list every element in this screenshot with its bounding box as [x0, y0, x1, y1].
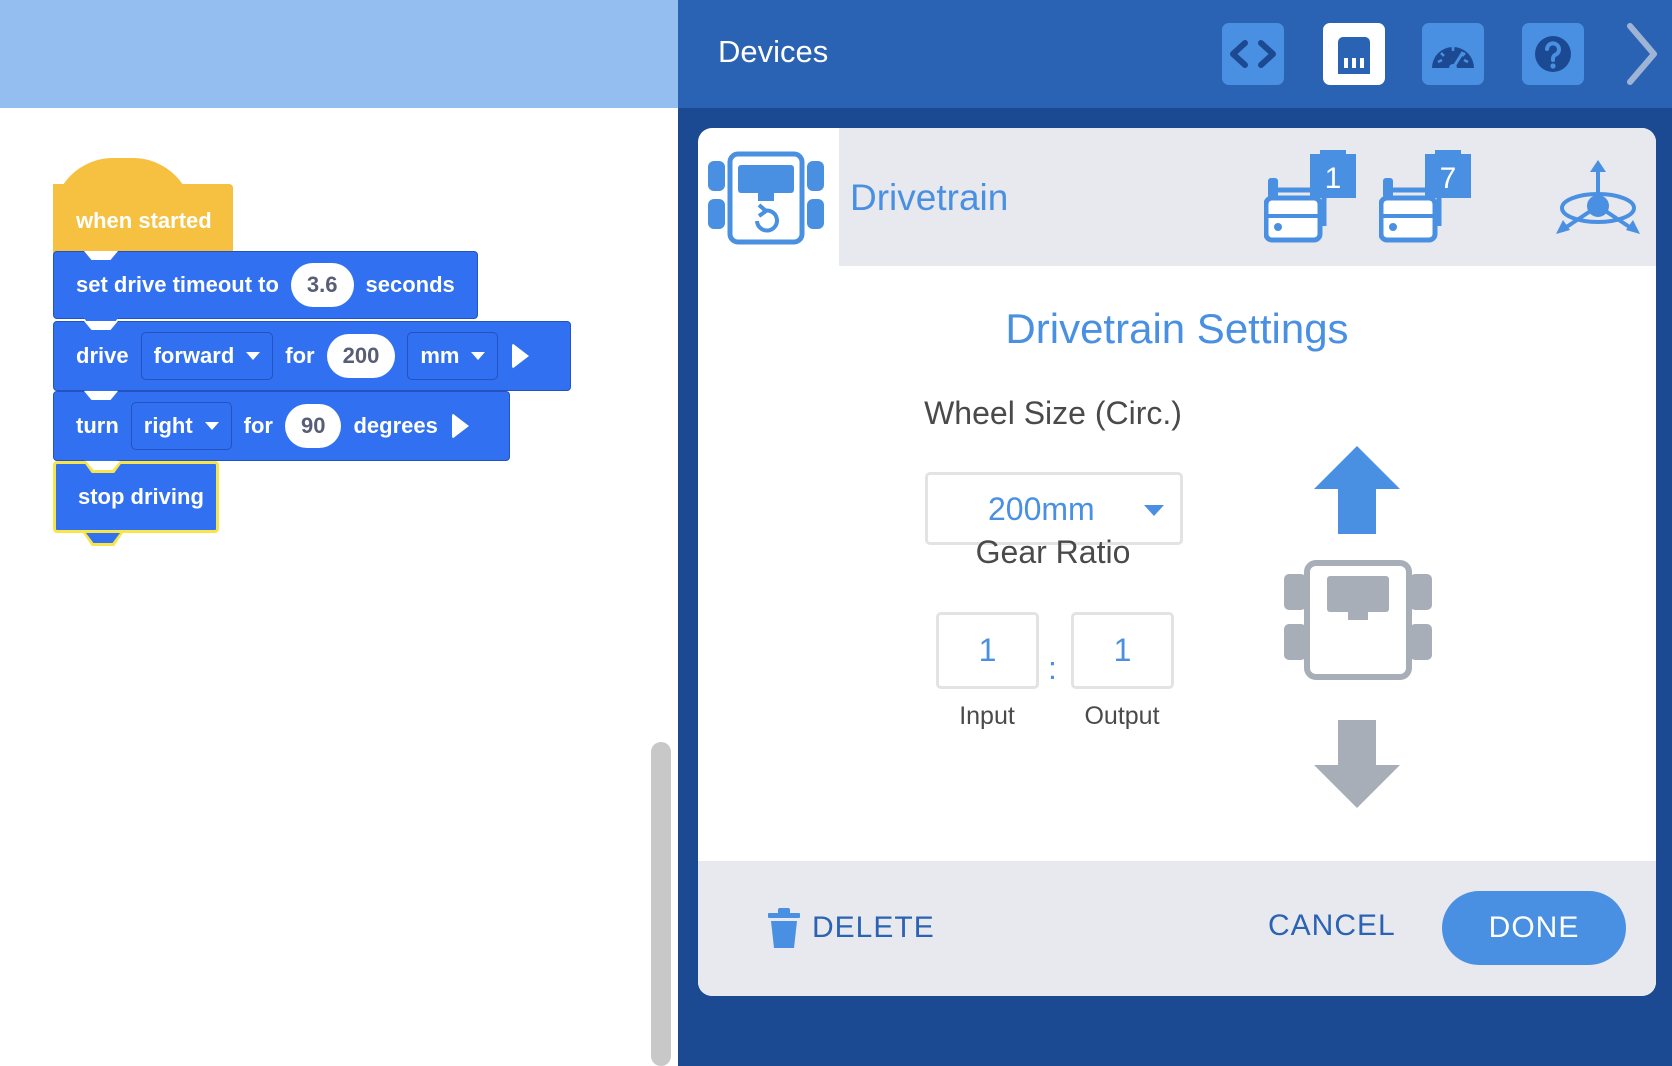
when-started-label: when started — [76, 208, 212, 233]
port-number: 7 — [1440, 162, 1457, 195]
code-view-icon — [1230, 40, 1276, 68]
port-number: 1 — [1325, 162, 1342, 195]
devices-header: Devices — [678, 0, 1672, 108]
drive-unit-dropdown[interactable]: mm — [407, 332, 499, 380]
drive-unit-value: mm — [420, 343, 460, 368]
run-block-icon[interactable] — [512, 343, 530, 369]
set-timeout-label: set drive timeout to — [76, 272, 279, 297]
wheel-size-value: 200mm — [988, 491, 1095, 527]
stop-driving-block[interactable]: stop driving — [53, 461, 219, 546]
device-name: Drivetrain — [850, 177, 1009, 218]
drive-block[interactable]: drive forward for 200 mm — [53, 321, 571, 400]
stop-driving-label: stop driving — [78, 484, 204, 509]
drive-distance-input[interactable]: 200 — [326, 334, 396, 378]
gear-ratio-separator: : — [1048, 650, 1057, 686]
turn-angle-input[interactable]: 90 — [284, 404, 342, 448]
turn-unit-label: degrees — [353, 413, 438, 438]
drive-direction-value: forward — [153, 343, 235, 368]
dashboard-icon — [1432, 47, 1474, 72]
delete-button[interactable]: DELETE — [766, 901, 935, 955]
arrow-down-icon[interactable] — [1312, 718, 1402, 810]
wheel-size-label: Wheel Size (Circ.) — [924, 395, 1182, 431]
caret-down-icon — [246, 352, 261, 360]
card-footer: DELETE CANCEL DONE — [698, 861, 1656, 996]
turn-direction-value: right — [143, 413, 193, 438]
run-block-icon[interactable] — [451, 413, 469, 439]
workspace-scrollbar[interactable] — [651, 742, 671, 1066]
timeout-unit-label: seconds — [365, 272, 455, 297]
when-started-body: when started — [53, 184, 233, 258]
block-notch — [84, 251, 118, 260]
arrow-up-icon[interactable] — [1312, 444, 1402, 536]
block-notch — [84, 321, 118, 330]
when-started-block[interactable]: when started — [53, 158, 233, 268]
turn-for-label: for — [243, 413, 273, 438]
help-icon — [1535, 36, 1571, 72]
done-button[interactable]: DONE — [1442, 891, 1626, 965]
gyro-icon[interactable] — [1550, 158, 1646, 244]
chevron-right-icon[interactable] — [1624, 22, 1660, 86]
set-drive-timeout-block[interactable]: set drive timeout to 3.6 seconds — [53, 251, 478, 328]
settings-title: Drivetrain Settings — [1005, 305, 1349, 352]
caret-down-icon — [204, 422, 219, 430]
gear-input-field[interactable]: 1 — [936, 612, 1039, 689]
drive-for-label: for — [285, 343, 315, 368]
motor-port-icon[interactable]: 1 — [1264, 150, 1356, 244]
drivetrain-icon[interactable] — [708, 151, 824, 245]
gear-output-field[interactable]: 1 — [1071, 612, 1174, 689]
turn-label: turn — [76, 413, 119, 438]
turn-direction-dropdown[interactable]: right — [130, 402, 232, 450]
motor-port-icon[interactable]: 7 — [1379, 150, 1471, 244]
devices-icon — [1338, 37, 1370, 74]
drive-label: drive — [76, 343, 129, 368]
devices-panel: Devices Drivetrain 1 7 Drivetrain Settin… — [678, 0, 1672, 1066]
gear-output-label: Output — [1084, 702, 1160, 730]
block-notch — [84, 391, 118, 400]
timeout-value-input[interactable]: 3.6 — [290, 263, 354, 307]
dashboard-button[interactable] — [1422, 23, 1484, 85]
workspace-header — [0, 0, 678, 108]
help-button[interactable] — [1522, 23, 1584, 85]
drivetrain-settings-card: Drivetrain 1 7 Drivetrain Settings Wheel… — [698, 128, 1656, 996]
turn-block[interactable]: turn right for 90 degrees — [53, 391, 510, 470]
gear-ratio-label: Gear Ratio — [975, 534, 1131, 570]
delete-label: DELETE — [812, 911, 935, 944]
cancel-button[interactable]: CANCEL — [1268, 909, 1396, 943]
gear-input-label: Input — [959, 702, 1015, 730]
code-view-button[interactable] — [1222, 23, 1284, 85]
trash-icon — [768, 908, 800, 948]
robot-orientation-icon — [1284, 560, 1432, 680]
caret-down-icon — [1144, 505, 1164, 516]
blocks-workspace[interactable]: when started set drive timeout to 3.6 se… — [0, 0, 678, 1066]
devices-button[interactable] — [1323, 23, 1385, 85]
caret-down-icon — [471, 352, 486, 360]
app-root: when started set drive timeout to 3.6 se… — [0, 0, 1672, 1066]
drive-direction-dropdown[interactable]: forward — [140, 332, 274, 380]
devices-title: Devices — [718, 34, 829, 69]
